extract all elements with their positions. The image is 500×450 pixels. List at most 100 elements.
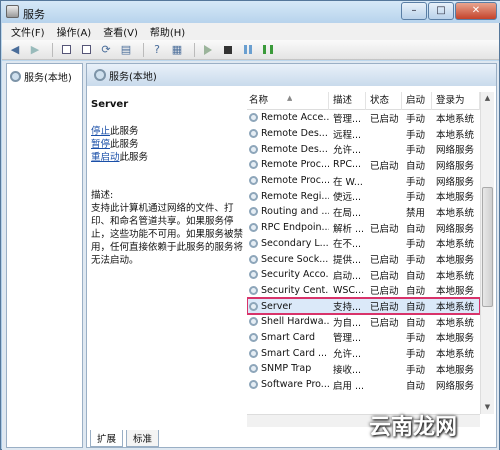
cell-description: 启用 ... [333,380,365,392]
column-header-name[interactable]: 名称 ▲ [247,92,329,110]
export-icon[interactable]: ▤ [118,42,134,57]
stop-icon[interactable] [220,42,236,57]
table-row[interactable]: Server 支持... 已启动 自动 本地系统 [247,297,480,315]
cell-description: 支持... [333,302,362,314]
scroll-thumb[interactable] [482,187,493,307]
restart-icon[interactable] [260,42,276,57]
cell-name: Security Acco... [247,269,329,280]
table-row[interactable]: Remote Proc... 在 W... 手动 网络服务 [247,173,480,189]
cell-description: RPC... [333,159,362,171]
help-icon[interactable]: ? [149,42,165,57]
service-name: Software Pro... [261,379,329,391]
start-icon[interactable] [200,42,216,57]
cell-logon: 本地服务 [436,333,475,345]
stop-link[interactable]: 停止 [91,126,110,137]
service-name: Routing and ... [261,206,329,218]
cell-name: Remote Des... [247,128,329,139]
maximize-button[interactable]: □ [428,2,454,20]
menu-file[interactable]: 文件(F) [5,24,51,39]
toolbar-separator [194,42,195,57]
cell-logon: 本地系统 [436,207,475,219]
console-tree-icon[interactable] [58,42,74,57]
table-row[interactable]: Remote Proc... RPC... 已启动 自动 网络服务 [247,157,480,173]
cell-status: 已启动 [370,223,399,235]
cell-startup: 手动 [406,364,426,376]
tree-item-services-local[interactable]: 服务(本地) [10,69,72,84]
tab-extended[interactable]: 扩展 [90,430,124,447]
menu-view[interactable]: 查看(V) [97,24,144,39]
service-name: Remote Proc... [261,175,329,187]
table-row[interactable]: Shell Hardwa... 为自... 已启动 自动 本地系统 [247,314,480,330]
gear-icon [94,69,106,81]
column-header-description[interactable]: 描述 [329,92,366,110]
description-label: 描述: [91,190,114,201]
service-name: Server [261,300,293,312]
cell-description: 远程... [333,129,362,141]
service-gear-icon [249,332,258,342]
service-gear-icon [249,113,258,123]
cell-startup: 自动 [406,317,426,329]
cell-startup: 自动 [406,160,426,172]
table-row[interactable]: Remote Acce... 管理... 已启动 手动 本地系统 [247,110,480,126]
pause-icon[interactable] [240,42,256,57]
table-row[interactable]: Security Cent... WSC... 已启动 自动 本地服务 [247,283,480,299]
table-row[interactable]: Remote Des... 远程... 手动 本地系统 [247,126,480,142]
column-header-status[interactable]: 状态 [366,92,402,110]
cell-description: 在 W... [333,176,363,188]
cell-status: 已启动 [370,302,399,314]
cell-name: Security Cent... [247,285,329,296]
pause-link[interactable]: 暂停 [91,139,110,150]
cell-logon: 网络服务 [436,380,475,392]
cell-startup: 手动 [406,113,426,125]
toolbar-separator [143,42,144,57]
menu-action[interactable]: 操作(A) [51,24,98,39]
service-gear-icon [249,285,258,295]
title-bar[interactable]: 服务 – □ ✕ [1,1,500,23]
cell-startup: 手动 [406,192,426,204]
cell-startup: 手动 [406,349,426,361]
vertical-scrollbar[interactable]: ▲ ▼ [480,92,494,414]
menu-help[interactable]: 帮助(H) [144,24,191,39]
stop-service-action: 停止此服务 [91,125,247,138]
refresh-icon[interactable]: ⟳ [98,42,114,57]
cell-startup: 手动 [406,176,426,188]
restart-link[interactable]: 重启动 [91,152,120,163]
table-row[interactable]: Security Acco... 启动... 已启动 自动 本地系统 [247,267,480,283]
table-row[interactable]: Remote Regi... 使远... 手动 本地服务 [247,188,480,204]
cell-description: 接收... [333,364,362,376]
service-gear-icon [249,191,258,201]
tab-standard[interactable]: 标准 [126,430,160,447]
properties-icon[interactable] [78,42,94,57]
service-name: Security Acco... [261,269,329,281]
scroll-down-icon[interactable]: ▼ [481,401,494,414]
table-row[interactable]: SNMP Trap 接收... 手动 本地服务 [247,361,480,377]
close-button[interactable]: ✕ [455,2,497,20]
cell-description: 启动... [333,270,362,282]
cell-description: 在不... [333,239,362,251]
cell-status: 已启动 [370,286,399,298]
back-icon[interactable]: ◀ [7,42,23,57]
table-row[interactable]: Secondary L... 在不... 手动 本地系统 [247,236,480,252]
table-row[interactable]: Smart Card 管理... 手动 本地服务 [247,330,480,346]
service-gear-icon [249,176,258,186]
minimize-button[interactable]: – [401,2,427,20]
table-row[interactable]: Routing and ... 在局... 禁用 本地系统 [247,204,480,220]
table-row[interactable]: Remote Des... 允许... 手动 网络服务 [247,141,480,157]
table-row[interactable]: Software Pro... 启用 ... 自动 网络服务 [247,377,480,393]
cell-logon: 本地系统 [436,302,475,314]
panel-title: 服务(本地) [109,71,157,83]
cell-logon: 本地服务 [436,192,475,204]
cell-status: 已启动 [370,270,399,282]
cell-logon: 网络服务 [436,145,475,157]
view-icon[interactable]: ▦ [169,42,185,57]
column-header-startup[interactable]: 启动 [402,92,432,110]
column-header-logon[interactable]: 登录为 [432,92,480,110]
table-row[interactable]: RPC Endpoin... 解析 ... 已启动 自动 网络服务 [247,220,480,236]
table-row[interactable]: Secure Sock... 提供... 已启动 手动 本地服务 [247,251,480,267]
table-row[interactable]: Smart Card ... 允许... 手动 本地系统 [247,345,480,361]
service-gear-icon [249,364,258,374]
description-text: 支持此计算机通过网络的文件、打印、和命名管道共享。如果服务停止，这些功能不可用。… [91,203,244,266]
forward-icon[interactable]: ▶ [27,42,43,57]
content-area: 服务(本地) 服务(本地) Server 停止此服务 暂停此服务 重启动此服务 … [2,61,499,450]
scroll-up-icon[interactable]: ▲ [481,92,494,105]
